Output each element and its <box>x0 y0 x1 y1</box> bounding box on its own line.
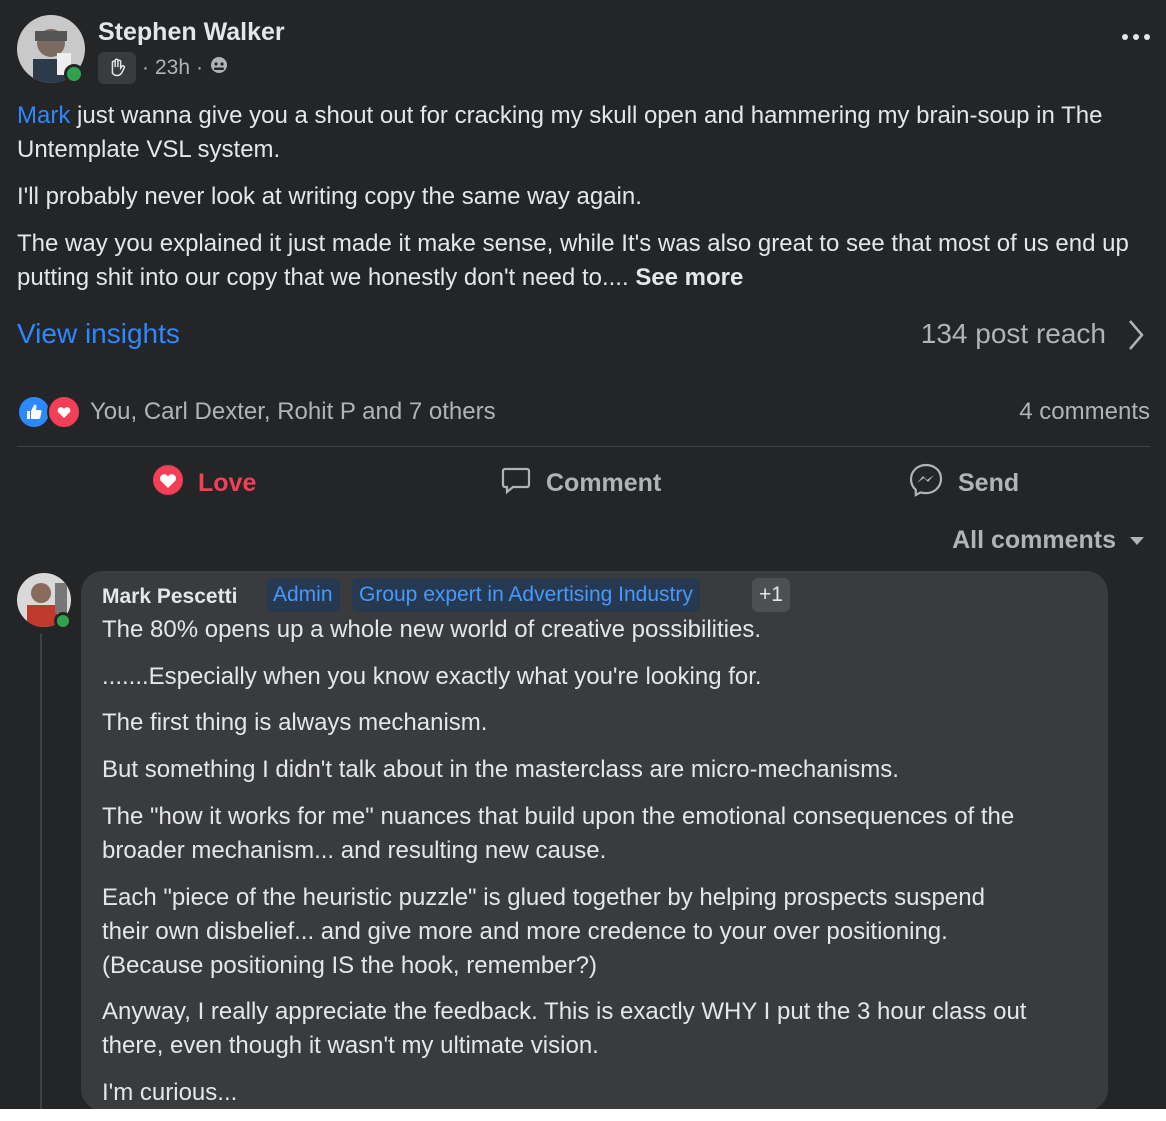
comment-paragraph: .......Especially when you know exactly … <box>102 663 762 690</box>
comment-paragraph: The 80% opens up a whole new world of cr… <box>102 616 762 643</box>
online-status-indicator <box>64 64 84 84</box>
divider <box>17 446 1150 447</box>
comment-paragraph: The first thing is always mechanism. <box>102 709 488 736</box>
love-reaction-icon <box>47 395 81 429</box>
comment-paragraph: The "how it works for me" nuances that b… <box>102 803 1015 864</box>
more-options-icon[interactable] <box>1122 34 1150 40</box>
comment-icon <box>500 464 532 503</box>
view-insights-link[interactable]: View insights <box>17 318 180 350</box>
all-comments-filter[interactable]: All comments <box>952 526 1116 555</box>
messenger-icon <box>908 462 944 505</box>
comment-button[interactable]: Comment <box>500 462 661 504</box>
caret-down-icon[interactable] <box>1130 537 1144 545</box>
commenter-name[interactable]: Mark Pescetti <box>102 585 237 609</box>
reactions-summary[interactable]: You, Carl Dexter, Rohit P and 7 others <box>90 398 496 426</box>
post-meta: · 23h · <box>98 52 229 84</box>
post-text-paragraph: I'll probably never look at writing copy… <box>17 183 642 210</box>
post-text-paragraph: The way you explained it just made it ma… <box>17 230 1129 291</box>
post-time[interactable]: 23h <box>155 56 190 80</box>
comment-paragraph: Each "piece of the heuristic puzzle" is … <box>102 884 985 979</box>
like-reaction-icon <box>17 395 51 429</box>
admin-badge[interactable]: Admin <box>266 578 340 612</box>
see-more-link[interactable]: See more <box>635 264 743 291</box>
post-reach[interactable]: 134 post reach <box>921 318 1106 350</box>
love-icon <box>152 464 184 503</box>
bottom-edge <box>0 1109 1166 1121</box>
comment-paragraph: I'm curious... <box>102 1079 238 1106</box>
comment-paragraph: Anyway, I really appreciate the feedback… <box>102 998 1027 1059</box>
thread-line <box>40 634 42 1109</box>
post-author-name[interactable]: Stephen Walker <box>98 18 285 47</box>
comments-count[interactable]: 4 comments <box>1019 398 1150 426</box>
commenter-online-indicator <box>54 612 72 630</box>
send-button[interactable]: Send <box>908 462 1019 504</box>
chevron-right-icon[interactable] <box>1126 318 1146 357</box>
post-text-paragraph: Mark just wanna give you a shout out for… <box>17 102 1103 163</box>
waving-hand-icon[interactable] <box>98 52 136 84</box>
reaction-icons[interactable] <box>17 395 81 429</box>
group-expert-badge[interactable]: Group expert in Advertising Industry <box>352 578 700 612</box>
more-badges-count[interactable]: +1 <box>752 578 790 612</box>
mention-link[interactable]: Mark <box>17 102 70 129</box>
group-privacy-icon <box>209 55 229 81</box>
comment-paragraph: But something I didn't talk about in the… <box>102 756 899 783</box>
love-button[interactable]: Love <box>152 462 256 504</box>
